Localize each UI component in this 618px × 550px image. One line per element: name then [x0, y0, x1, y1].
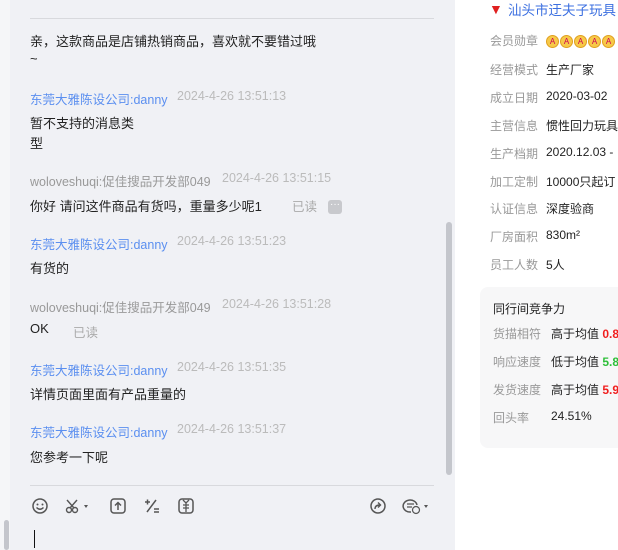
card-title: 同行间竞争力: [493, 302, 566, 316]
info-value: 10000只起订: [546, 175, 616, 189]
info-value: 深度验商: [546, 202, 595, 216]
company-info-panel: [465, 0, 618, 550]
timestamp: 2024-4-26 13:51:23: [177, 234, 287, 248]
info-label: 生产档期: [490, 147, 539, 161]
info-label: 会员勋章: [490, 34, 539, 48]
medal-icon: A: [560, 35, 573, 48]
calculator-icon[interactable]: [143, 497, 161, 515]
chat-history-icon[interactable]: [402, 497, 432, 515]
info-value: 惯性回力玩具: [546, 119, 618, 133]
metric-compare: 高于均值 5.9: [551, 381, 618, 398]
member-medals: AAAAA: [546, 32, 616, 48]
metric-label: 响应速度: [493, 355, 542, 369]
message-text: 亲，这款商品是店铺热销商品，喜欢就不要错过哦: [30, 34, 317, 49]
read-status: 已读: [73, 326, 99, 340]
info-label: 认证信息: [490, 202, 539, 216]
message-text: OK: [30, 321, 49, 336]
metric-value: 5.9: [602, 383, 618, 397]
sender-name[interactable]: 东莞大雅陈设公司:danny: [30, 89, 168, 108]
metric-compare-text: 高于均值: [551, 327, 600, 341]
metric-value: 0.8: [602, 327, 618, 341]
info-label: 员工人数: [490, 258, 539, 272]
metric-value: 5.8: [602, 355, 618, 369]
metric-label: 货描相符: [493, 327, 542, 341]
medal-icon: A: [574, 35, 587, 48]
medal-icon: A: [546, 35, 559, 48]
divider: [30, 18, 434, 19]
message-text: 你好 请问这件商品有货吗，重量多少呢1: [30, 199, 262, 214]
payment-icon[interactable]: [177, 497, 195, 515]
timestamp: 2024-4-26 13:51:35: [177, 360, 287, 374]
left-scrollbar[interactable]: [4, 520, 9, 550]
divider: [30, 485, 434, 486]
sender-name: woloveshuqi:促佳搜品开发部049: [30, 301, 211, 315]
message-text: 详情页面里面有产品重量的: [30, 387, 187, 402]
timestamp: 2024-4-26 13:51:13: [177, 89, 287, 103]
metric-value: 24.51%: [551, 409, 592, 423]
info-value: 830m²: [546, 228, 581, 242]
message-text: 您参考一下呢: [30, 450, 109, 465]
timestamp: 2024-4-26 13:51:37: [177, 422, 287, 436]
message-text: 暂不支持的消息类: [30, 116, 135, 131]
company-badge-icon: ▼: [489, 1, 503, 17]
emoji-icon[interactable]: [31, 497, 49, 515]
info-label: 经营模式: [490, 63, 539, 77]
info-label: 厂房面积: [490, 230, 539, 244]
timestamp: 2024-4-26 13:51:28: [222, 297, 332, 311]
metric-compare-text: 低于均值: [551, 355, 600, 369]
info-value: 2020-03-02: [546, 89, 608, 103]
timestamp: 2024-4-26 13:51:15: [222, 171, 332, 185]
medal-icon: A: [588, 35, 601, 48]
metric-label: 回头率: [493, 411, 530, 425]
metric-compare: 低于均值 5.8: [551, 353, 618, 370]
info-label: 成立日期: [490, 91, 539, 105]
info-value: 2020.12.03 -: [546, 145, 614, 159]
read-status: 已读: [292, 200, 318, 214]
chat-scrollbar[interactable]: [446, 222, 452, 475]
chat-panel: [10, 0, 455, 550]
upload-file-icon[interactable]: [109, 497, 127, 515]
sender-name[interactable]: 东莞大雅陈设公司:danny: [30, 234, 168, 253]
metric-label: 发货速度: [493, 383, 542, 397]
screenshot-scissors-icon[interactable]: [64, 497, 92, 515]
forward-icon[interactable]: [369, 497, 387, 515]
info-label: 加工定制: [490, 175, 539, 189]
metric-compare-text: 高于均值: [551, 383, 600, 397]
message-text: ~: [30, 51, 38, 66]
more-icon[interactable]: ···: [328, 200, 342, 214]
left-strip: [0, 0, 10, 550]
info-value: 生产厂家: [546, 63, 595, 77]
info-label: 主营信息: [490, 119, 539, 133]
sender-name[interactable]: 东莞大雅陈设公司:danny: [30, 360, 168, 379]
message-text: 型: [30, 136, 44, 151]
company-name-link[interactable]: 汕头市迂夫子玩具: [508, 0, 616, 19]
text-input-caret[interactable]: [34, 530, 35, 548]
medal-icon: A: [602, 35, 615, 48]
sender-name: woloveshuqi:促佳搜品开发部049: [30, 175, 211, 189]
message-text: 有货的: [30, 261, 70, 276]
metric-compare: 高于均值 0.8: [551, 325, 618, 342]
sender-name[interactable]: 东莞大雅陈设公司:danny: [30, 422, 168, 441]
info-value: 5人: [546, 258, 565, 272]
